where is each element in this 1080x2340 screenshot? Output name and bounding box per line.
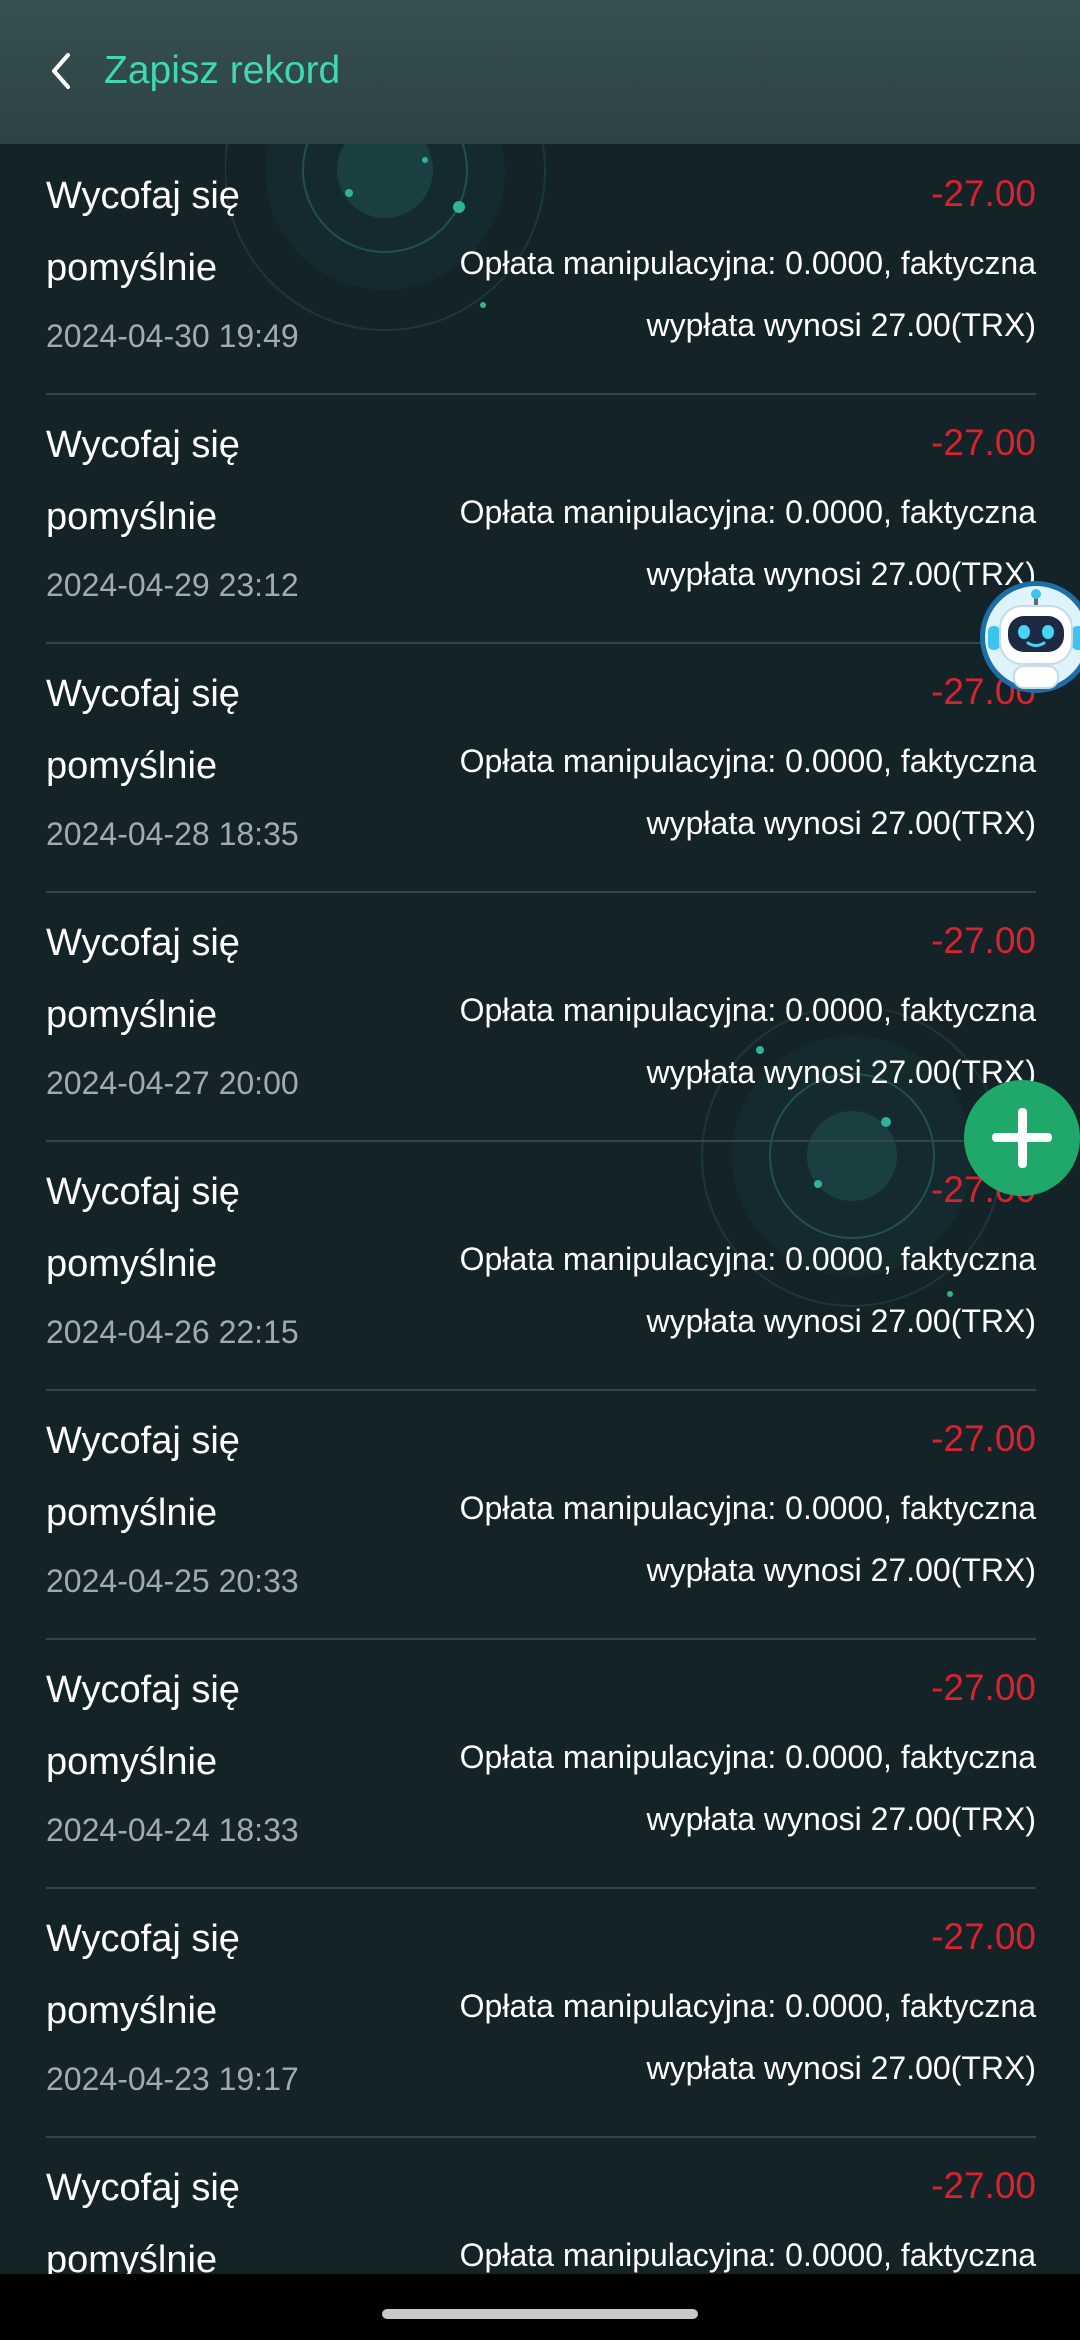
record-status: Wycofaj się pomyślnie [46,1669,240,1783]
withdrawal-records-screen: Zapisz rekord Wycofaj się pomyślnie 2024… [0,0,1080,2340]
app-header: Zapisz rekord [0,0,1080,144]
assistant-button[interactable] [976,578,1080,696]
record-amount: -27.00 [931,920,1036,961]
record-description: Opłata manipulacyjna: 0.0000, faktyczna … [459,1988,1036,2086]
page-title: Zapisz rekord [104,49,341,92]
record-date: 2024-04-24 18:33 [46,1812,299,1848]
back-button[interactable] [44,40,76,102]
record-amount: -27.00 [931,1667,1036,1708]
record-date: 2024-04-28 18:35 [46,816,299,852]
record-amount: -27.00 [931,1916,1036,1957]
list-item[interactable]: Wycofaj się pomyślnie 2024-04-26 22:15 -… [46,1140,1036,1391]
record-date: 2024-04-29 23:12 [46,567,299,603]
record-status: Wycofaj się pomyślnie [46,424,240,538]
system-navigation-bar [0,2274,1080,2340]
record-date: 2024-04-30 19:49 [46,318,299,354]
record-description: Opłata manipulacyjna: 0.0000, faktyczna … [459,245,1036,343]
record-status: Wycofaj się pomyślnie [46,1171,240,1285]
record-description: Opłata manipulacyjna: 0.0000, faktyczna … [459,494,1036,592]
home-indicator[interactable] [382,2309,698,2319]
record-description: Opłata manipulacyjna: 0.0000, faktyczna … [459,743,1036,841]
plus-icon [964,1080,1080,1196]
list-item[interactable]: Wycofaj się pomyślnie 2024-04-24 18:33 -… [46,1638,1036,1889]
list-item[interactable]: Wycofaj się pomyślnie -27.00 Opłata mani… [46,2136,1036,2274]
list-item[interactable]: Wycofaj się pomyślnie 2024-04-23 19:17 -… [46,1887,1036,2138]
record-status: Wycofaj się pomyślnie [46,1420,240,1534]
list-item[interactable]: Wycofaj się pomyślnie 2024-04-30 19:49 -… [46,144,1036,395]
record-status: Wycofaj się pomyślnie [46,1918,240,2032]
list-item[interactable]: Wycofaj się pomyślnie 2024-04-25 20:33 -… [46,1389,1036,1640]
record-status: Wycofaj się pomyślnie [46,673,240,787]
record-status: Wycofaj się pomyślnie [46,2167,240,2274]
add-button[interactable] [964,1080,1080,1196]
chevron-left-icon [52,53,70,89]
robot-assistant-icon [980,581,1080,693]
record-date: 2024-04-25 20:33 [46,1563,299,1599]
records-list[interactable]: Wycofaj się pomyślnie 2024-04-30 19:49 -… [0,144,1080,2274]
record-date: 2024-04-27 20:00 [46,1065,299,1101]
record-description: Opłata manipulacyjna: 0.0000, faktyczna … [459,1490,1036,1588]
record-amount: -27.00 [931,422,1036,463]
record-description: Opłata manipulacyjna: 0.0000, faktyczna … [459,1739,1036,1837]
record-amount: -27.00 [931,1418,1036,1459]
record-description: Opłata manipulacyjna: 0.0000, faktyczna … [459,992,1036,1090]
list-item[interactable]: Wycofaj się pomyślnie 2024-04-28 18:35 -… [46,642,1036,893]
record-date: 2024-04-26 22:15 [46,1314,299,1350]
list-item[interactable]: Wycofaj się pomyślnie 2024-04-27 20:00 -… [46,891,1036,1142]
record-amount: -27.00 [931,173,1036,214]
list-item[interactable]: Wycofaj się pomyślnie 2024-04-29 23:12 -… [46,393,1036,644]
record-description: Opłata manipulacyjna: 0.0000, faktyczna … [459,2237,1036,2273]
record-status: Wycofaj się pomyślnie [46,922,240,1036]
record-amount: -27.00 [931,2165,1036,2206]
record-description: Opłata manipulacyjna: 0.0000, faktyczna … [459,1241,1036,1339]
record-status: Wycofaj się pomyślnie [46,175,240,289]
record-date: 2024-04-23 19:17 [46,2061,299,2097]
